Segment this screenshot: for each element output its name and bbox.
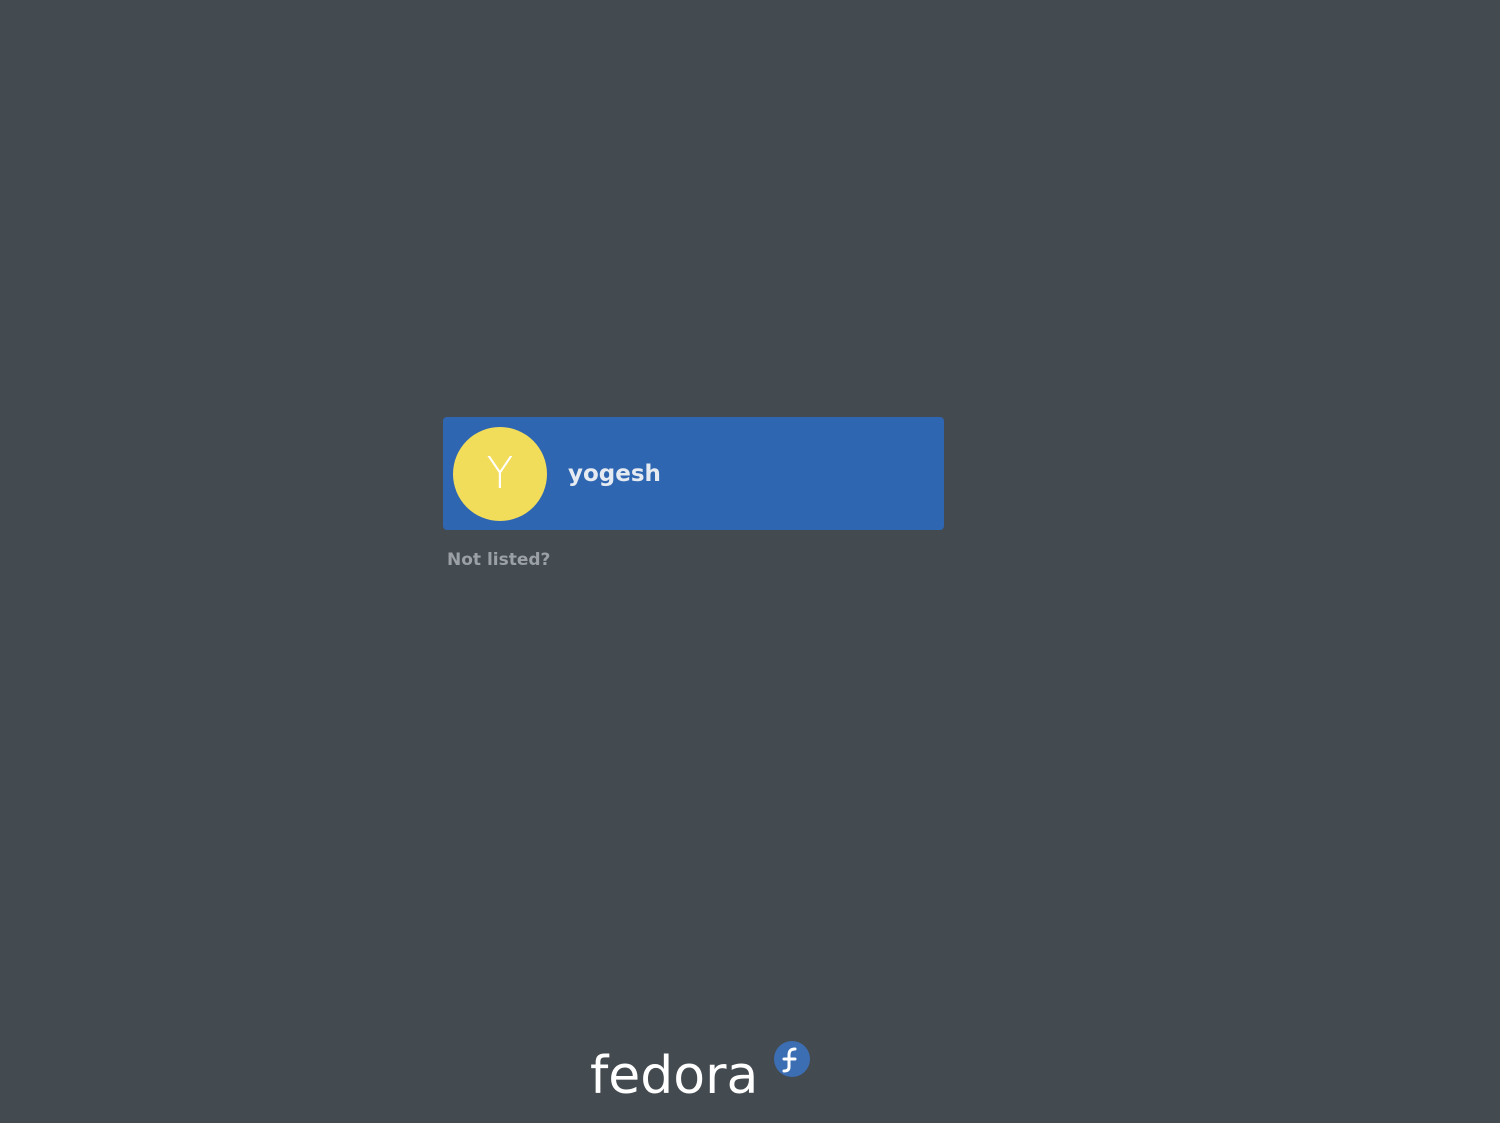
avatar-initial: Y (486, 448, 514, 499)
distro-logo: fedora (590, 1040, 815, 1112)
login-screen: Y yogesh Not listed? fedora (0, 0, 1500, 1123)
user-list: Y yogesh (443, 417, 944, 530)
user-row-yogesh[interactable]: Y yogesh (443, 417, 944, 530)
not-listed-button[interactable]: Not listed? (447, 550, 550, 570)
logo-wordmark: fedora (590, 1046, 759, 1106)
fedora-infinity-icon (774, 1041, 810, 1077)
user-name: yogesh (568, 460, 661, 487)
user-avatar: Y (453, 427, 547, 521)
